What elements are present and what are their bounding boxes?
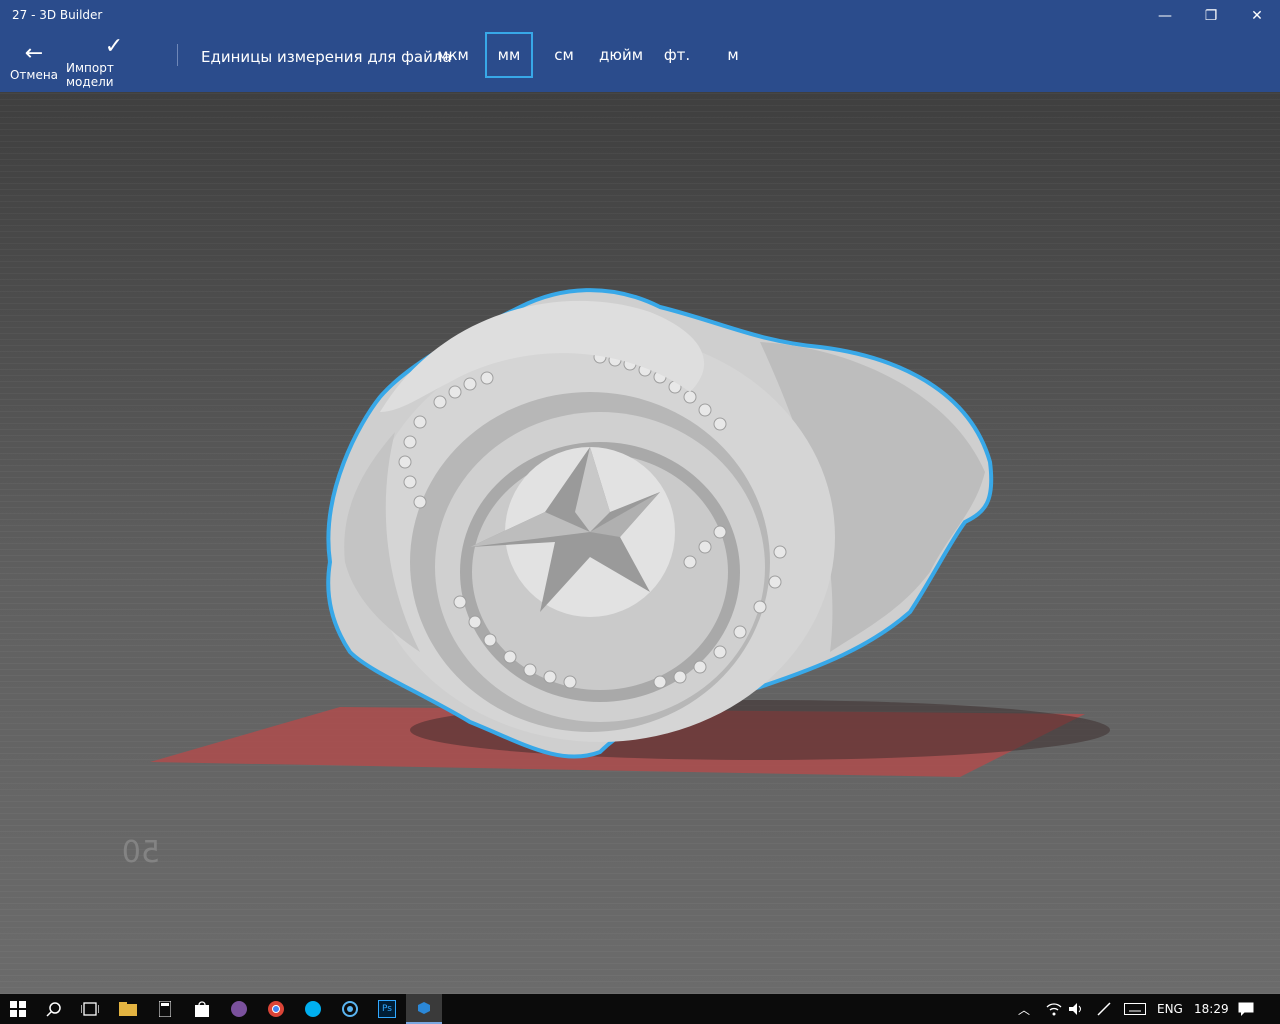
restore-icon: ❐ xyxy=(1204,8,1218,24)
photoshop-label: Ps xyxy=(382,1004,392,1014)
pen-button[interactable] xyxy=(1096,994,1112,1024)
unit-millimeter[interactable]: мм xyxy=(485,32,533,78)
store-button[interactable] xyxy=(184,994,220,1024)
close-button[interactable]: ✕ xyxy=(1234,0,1280,32)
search-icon xyxy=(46,1002,61,1017)
unit-inch[interactable]: дюйм xyxy=(597,32,645,78)
skype-button[interactable] xyxy=(295,994,331,1024)
floor-size-label: 50 xyxy=(122,835,160,870)
wifi-icon xyxy=(1046,1003,1062,1016)
task-view-button[interactable] xyxy=(72,994,108,1024)
toolbar-divider xyxy=(177,44,178,66)
units-label: Единицы измерения для файла xyxy=(201,48,452,66)
3d-builder-button[interactable] xyxy=(406,994,442,1024)
store-icon xyxy=(195,1001,209,1017)
volume-button[interactable] xyxy=(1068,994,1084,1024)
camera-icon xyxy=(342,1001,358,1017)
window-title: 27 - 3D Builder xyxy=(12,8,103,22)
unit-centimeter[interactable]: см xyxy=(546,32,582,78)
keyboard-button[interactable] xyxy=(1124,994,1146,1024)
viber-icon xyxy=(231,1001,247,1017)
pen-icon xyxy=(1097,1002,1111,1016)
title-bar: 27 - 3D Builder — ❐ ✕ xyxy=(0,0,1280,32)
chevron-up-icon: ︿ xyxy=(1018,1002,1031,1017)
photoshop-button[interactable]: Ps xyxy=(369,994,405,1024)
taskbar: Ps ︿ ENG 18:29 xyxy=(0,994,1280,1024)
minimize-icon: — xyxy=(1158,8,1172,24)
clock[interactable]: 18:29 xyxy=(1194,994,1229,1024)
start-button[interactable] xyxy=(0,994,36,1024)
import-model-button[interactable]: ✓ Импорт модели xyxy=(66,32,162,92)
calculator-button[interactable] xyxy=(147,994,183,1024)
checkmark-icon: ✓ xyxy=(104,34,124,59)
cancel-button[interactable]: ← Отмена xyxy=(8,32,60,92)
back-arrow-icon: ← xyxy=(24,41,44,66)
ring-model xyxy=(326,288,994,759)
unit-foot[interactable]: фт. xyxy=(660,32,694,78)
command-bar: ← Отмена ✓ Импорт модели Единицы измерен… xyxy=(0,32,1280,92)
skype-icon xyxy=(305,1001,321,1017)
minimize-button[interactable]: — xyxy=(1142,0,1188,32)
action-center-button[interactable] xyxy=(1238,994,1254,1024)
camera-button[interactable] xyxy=(332,994,368,1024)
viber-button[interactable] xyxy=(221,994,257,1024)
clock-time: 18:29 xyxy=(1194,1002,1229,1016)
unit-meter[interactable]: м xyxy=(720,32,746,78)
chrome-icon xyxy=(268,1001,284,1017)
show-hidden-icons-button[interactable]: ︿ xyxy=(1018,994,1030,1024)
language-indicator[interactable]: ENG xyxy=(1157,994,1183,1024)
model-scene: 50 xyxy=(122,288,1110,870)
cancel-label: Отмена xyxy=(9,68,59,82)
unit-micrometer[interactable]: мкм xyxy=(433,32,473,78)
3d-builder-icon xyxy=(418,1002,430,1014)
start-icon xyxy=(10,1001,26,1017)
keyboard-icon xyxy=(1124,1003,1146,1015)
photoshop-icon: Ps xyxy=(378,1000,396,1018)
file-explorer-icon xyxy=(119,1002,137,1016)
3d-viewport[interactable]: 50 xyxy=(0,92,1280,994)
notification-icon xyxy=(1238,1002,1254,1016)
file-explorer-button[interactable] xyxy=(110,994,146,1024)
network-button[interactable] xyxy=(1046,994,1062,1024)
calculator-icon xyxy=(159,1001,171,1017)
volume-icon xyxy=(1069,1003,1081,1015)
import-label: Импорт модели xyxy=(66,61,114,89)
search-button[interactable] xyxy=(36,994,72,1024)
task-view-icon xyxy=(81,1002,99,1016)
chrome-button[interactable] xyxy=(258,994,294,1024)
restore-button[interactable]: ❐ xyxy=(1188,0,1234,32)
close-icon: ✕ xyxy=(1251,8,1263,24)
language-label: ENG xyxy=(1157,1002,1183,1016)
